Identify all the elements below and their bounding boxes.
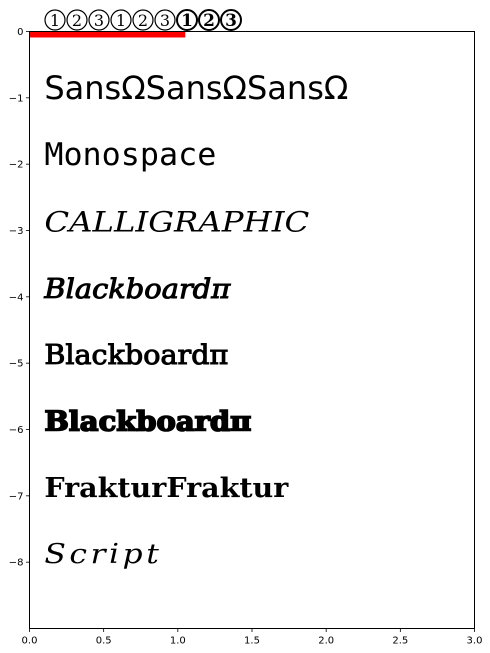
y-tick-label: 0	[17, 27, 23, 38]
sample-blackboard-italic: Blackboardπ	[43, 274, 231, 305]
circled-number-digit: 3	[225, 11, 237, 31]
circled-number-digit: 1	[181, 11, 193, 31]
x-tick-label: 1.0	[170, 636, 186, 647]
header-circled-numbers: 123123123	[44, 9, 242, 31]
font-sample-chart: 123123123 SansΩSansΩSansΩMonospaceCALLIG…	[0, 0, 490, 653]
circled-number-digit: 3	[160, 11, 170, 30]
x-tick-label: 1.5	[244, 636, 260, 647]
sample-fraktur: FrakturFraktur	[44, 473, 289, 504]
y-tick-label: −8	[9, 558, 24, 569]
y-tick-label: −6	[9, 425, 24, 436]
x-tick-label: 0.5	[96, 636, 112, 647]
circled-number-digit: 3	[94, 11, 104, 30]
y-tick-label: −1	[9, 93, 24, 104]
sample-mono: Monospace	[44, 137, 216, 173]
circled-number-digit: 1	[50, 11, 60, 30]
circled-number-digit: 2	[203, 11, 215, 31]
sample-blackboard-bold: Blackboardπ	[44, 407, 251, 438]
sample-blackboard: Blackboardπ	[44, 340, 228, 371]
circled-number-digit: 1	[116, 11, 126, 30]
sample-sans: SansΩSansΩSansΩ	[44, 69, 348, 107]
x-tick-label: 3.0	[467, 636, 483, 647]
y-tick-label: −2	[9, 160, 24, 171]
circled-number-digit: 2	[138, 11, 148, 30]
sample-script: Script	[44, 539, 162, 570]
x-tick-label: 2.0	[318, 636, 334, 647]
sample-calligraphic: CALLIGRAPHIC	[44, 206, 309, 239]
y-tick-label: −3	[9, 226, 24, 237]
y-tick-label: −4	[9, 292, 24, 303]
circled-number-digit: 2	[72, 11, 82, 30]
red-bar	[29, 31, 186, 38]
y-tick-label: −7	[9, 491, 24, 502]
x-tick-label: 2.5	[392, 636, 408, 647]
y-tick-label: −5	[9, 359, 24, 370]
red-bar-layer	[29, 31, 186, 38]
x-tick-label: 0.0	[22, 636, 38, 647]
